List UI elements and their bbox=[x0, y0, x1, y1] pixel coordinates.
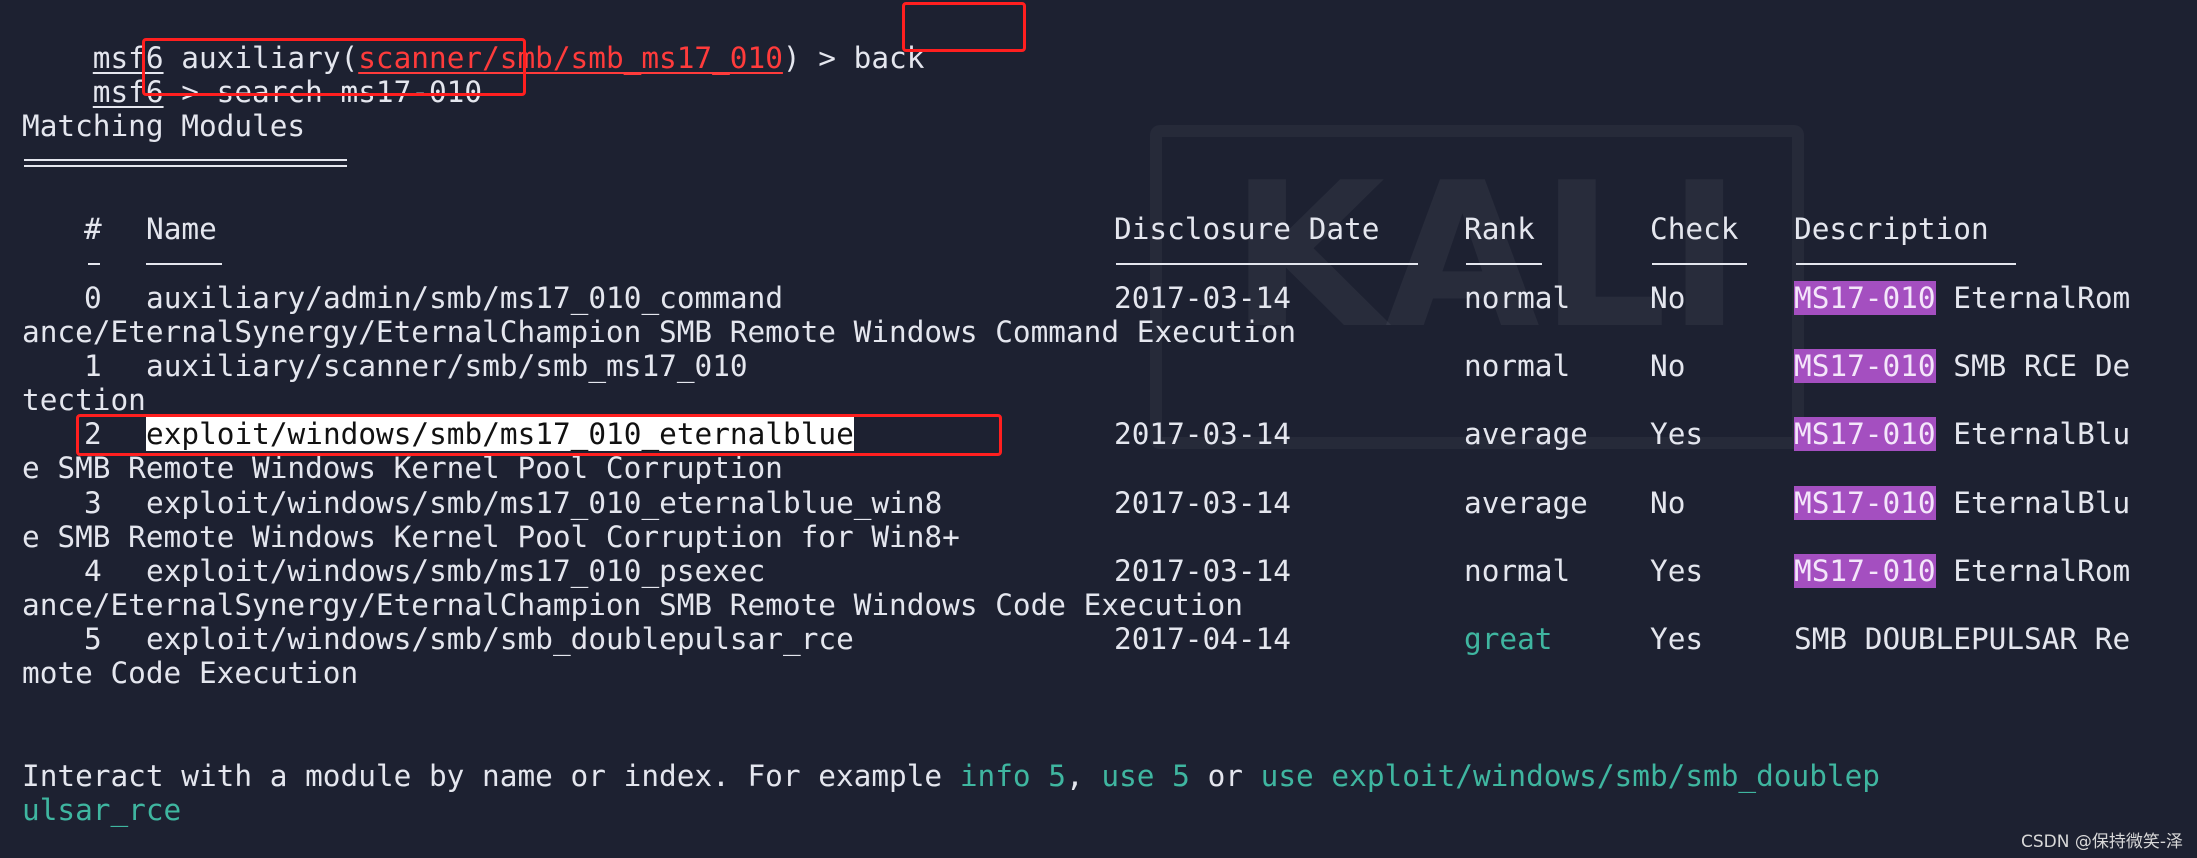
description: MS17-010 SMB RCE De bbox=[1794, 349, 2131, 383]
rank: average bbox=[1464, 486, 1588, 520]
ms17-010-tag: MS17-010 bbox=[1794, 417, 1936, 451]
check: No bbox=[1650, 281, 1686, 315]
description-wrap: e SMB Remote Windows Kernel Pool Corrupt… bbox=[22, 451, 783, 485]
rank: average bbox=[1464, 417, 1588, 451]
check: Yes bbox=[1650, 622, 1704, 656]
disclosure-date: 2017-03-14 bbox=[1114, 281, 1291, 315]
prompt-line-back: msf6 auxiliary(scanner/smb/smb_ms17_010)… bbox=[92, 41, 925, 75]
prompt-line-search: msf6 > search ms17-010 bbox=[92, 75, 483, 109]
module-name[interactable]: exploit/windows/smb/ms17_010_psexec bbox=[146, 554, 765, 588]
interact-hint-wrap: ulsar_rce bbox=[22, 793, 182, 827]
prompt-label: msf6 bbox=[92, 75, 164, 109]
rank-great: great bbox=[1464, 622, 1553, 656]
rank: normal bbox=[1464, 554, 1571, 588]
description-wrap: mote Code Execution bbox=[22, 656, 359, 690]
header-rule bbox=[146, 263, 222, 265]
row-index: 0 bbox=[84, 281, 102, 315]
ms17-010-tag: MS17-010 bbox=[1794, 486, 1936, 520]
command-back: back bbox=[853, 41, 925, 75]
col-header-index: # bbox=[84, 212, 102, 246]
disclosure-date: 2017-03-14 bbox=[1114, 554, 1291, 588]
row-index: 2 bbox=[84, 417, 102, 451]
col-header-description: Description bbox=[1794, 212, 1989, 246]
hint-use-full-command: use exploit/windows/smb/smb_doublep bbox=[1260, 759, 1880, 793]
check: No bbox=[1650, 349, 1686, 383]
row-index: 3 bbox=[84, 486, 102, 520]
terminal-window[interactable]: KALI msf6 auxiliary(scanner/smb/smb_ms17… bbox=[0, 0, 2197, 858]
description-wrap: ance/EternalSynergy/EternalChampion SMB … bbox=[22, 588, 1243, 622]
kali-watermark-logo: KALI bbox=[1230, 140, 1742, 373]
header-rule bbox=[1466, 263, 1542, 265]
description-wrap: ance/EternalSynergy/EternalChampion SMB … bbox=[22, 315, 1297, 349]
disclosure-date: 2017-03-14 bbox=[1114, 486, 1291, 520]
col-header-name: Name bbox=[146, 212, 217, 246]
description: SMB DOUBLEPULSAR Re bbox=[1794, 622, 2131, 656]
ms17-010-tag: MS17-010 bbox=[1794, 281, 1936, 315]
ms17-010-tag: MS17-010 bbox=[1794, 349, 1936, 383]
description: MS17-010 EternalRom bbox=[1794, 554, 2131, 588]
rank: normal bbox=[1464, 281, 1571, 315]
col-header-check: Check bbox=[1650, 212, 1739, 246]
selected-module-text[interactable]: exploit/windows/smb/ms17_010_eternalblue bbox=[146, 417, 854, 451]
header-rule bbox=[1796, 263, 2016, 265]
disclosure-date: 2017-03-14 bbox=[1114, 417, 1291, 451]
description: MS17-010 EternalBlu bbox=[1794, 417, 2131, 451]
module-name[interactable]: exploit/windows/smb/smb_doublepulsar_rce bbox=[146, 622, 854, 656]
header-rule bbox=[88, 263, 100, 265]
heading-rule bbox=[24, 159, 347, 161]
col-header-rank: Rank bbox=[1464, 212, 1535, 246]
col-header-date: Disclosure Date bbox=[1114, 212, 1380, 246]
row-index: 4 bbox=[84, 554, 102, 588]
module-name[interactable]: auxiliary/admin/smb/ms17_010_command bbox=[146, 281, 783, 315]
header-rule bbox=[1116, 263, 1418, 265]
row-index: 5 bbox=[84, 622, 102, 656]
disclosure-date: 2017-04-14 bbox=[1114, 622, 1291, 656]
hint-use-command: use 5 bbox=[1101, 759, 1190, 793]
check: Yes bbox=[1650, 554, 1704, 588]
check: No bbox=[1650, 486, 1686, 520]
description-wrap: tection bbox=[22, 383, 146, 417]
description-wrap: e SMB Remote Windows Kernel Pool Corrupt… bbox=[22, 520, 960, 554]
ms17-010-tag: MS17-010 bbox=[1794, 554, 1936, 588]
hint-info-command: info 5 bbox=[959, 759, 1066, 793]
command-search: search ms17-010 bbox=[216, 75, 483, 109]
module-name[interactable]: auxiliary/scanner/smb/smb_ms17_010 bbox=[146, 349, 748, 383]
description: MS17-010 EternalBlu bbox=[1794, 486, 2131, 520]
matching-modules-heading: Matching Modules bbox=[22, 109, 306, 143]
interact-hint: Interact with a module by name or index.… bbox=[22, 759, 1880, 793]
row-index: 1 bbox=[84, 349, 102, 383]
check: Yes bbox=[1650, 417, 1704, 451]
module-name-eternalblue[interactable]: exploit/windows/smb/ms17_010_eternalblue bbox=[146, 417, 854, 451]
header-rule bbox=[1652, 263, 1747, 265]
module-name[interactable]: exploit/windows/smb/ms17_010_eternalblue… bbox=[146, 486, 942, 520]
heading-rule bbox=[24, 165, 347, 167]
description: MS17-010 EternalRom bbox=[1794, 281, 2131, 315]
csdn-watermark: CSDN @保持微笑-泽 bbox=[2020, 832, 2183, 852]
rank: normal bbox=[1464, 349, 1571, 383]
